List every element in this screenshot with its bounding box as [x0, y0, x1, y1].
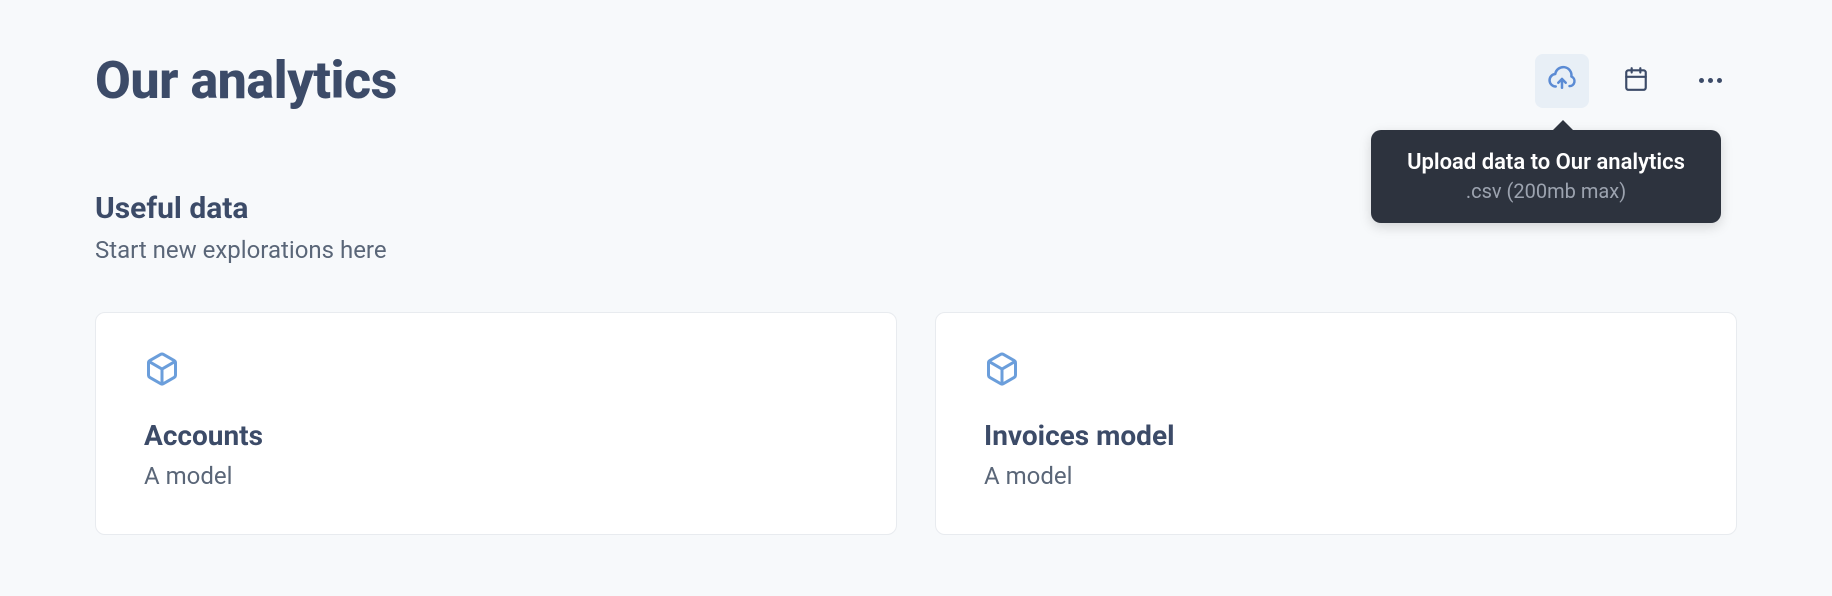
cube-icon: [144, 351, 848, 391]
upload-tooltip: Upload data to Our analytics .csv (200mb…: [1371, 130, 1721, 223]
card-title: Accounts: [144, 419, 848, 452]
useful-data-section: Useful data Start new explorations here …: [95, 191, 1737, 535]
page-title: Our analytics: [95, 50, 397, 111]
more-horizontal-icon: [1699, 78, 1722, 83]
card-subtitle: A model: [984, 462, 1688, 490]
toolbar: Upload data to Our analytics .csv (200mb…: [1535, 54, 1737, 108]
tooltip-subtitle: .csv (200mb max): [1399, 179, 1693, 203]
card-accounts[interactable]: Accounts A model: [95, 312, 897, 535]
more-options-button[interactable]: [1683, 54, 1737, 108]
card-invoices-model[interactable]: Invoices model A model: [935, 312, 1737, 535]
cards-grid: Accounts A model Invoices model A model: [95, 312, 1737, 535]
card-subtitle: A model: [144, 462, 848, 490]
upload-button[interactable]: [1535, 54, 1589, 108]
section-subtitle: Start new explorations here: [95, 236, 1737, 264]
calendar-icon: [1623, 66, 1649, 95]
cube-icon: [984, 351, 1688, 391]
tooltip-title: Upload data to Our analytics: [1399, 150, 1693, 175]
cloud-upload-icon: [1547, 64, 1577, 97]
card-title: Invoices model: [984, 419, 1688, 452]
calendar-button[interactable]: [1609, 54, 1663, 108]
